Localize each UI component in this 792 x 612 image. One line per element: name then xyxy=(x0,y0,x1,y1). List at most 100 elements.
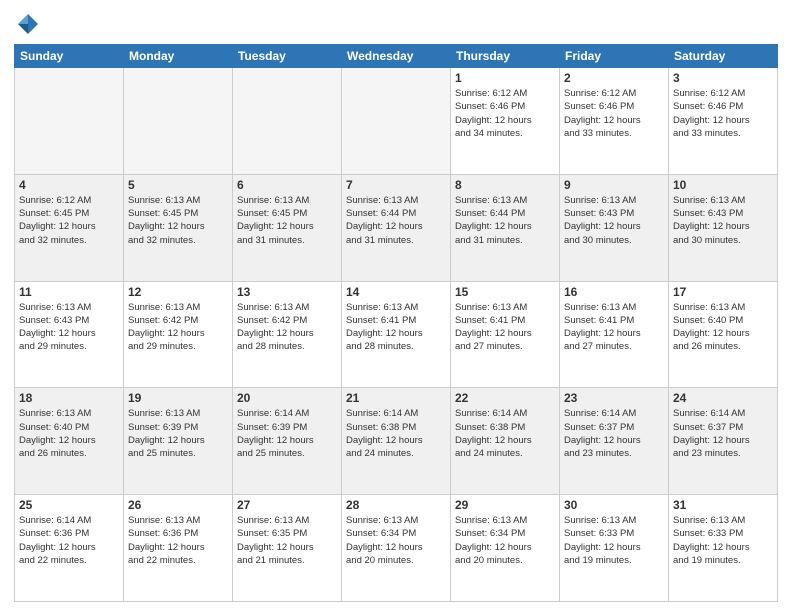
weekday-header-friday: Friday xyxy=(560,45,669,68)
day-number: 6 xyxy=(237,178,337,192)
day-cell-4: 4 Sunrise: 6:12 AM Sunset: 6:45 PM Daylig… xyxy=(15,174,124,281)
empty-cell xyxy=(342,68,451,175)
day-cell-11: 11Sunrise: 6:13 AM Sunset: 6:43 PM Dayli… xyxy=(15,281,124,388)
day-cell-15: 15 Sunrise: 6:13 AM Sunset: 6:41 PM Dayli… xyxy=(451,281,560,388)
day-info: Sunrise: 6:13 AM Sunset: 6:36 PM Dayligh… xyxy=(128,514,228,567)
week-row-2: 4 Sunrise: 6:12 AM Sunset: 6:45 PM Daylig… xyxy=(15,174,778,281)
day-cell-19: 19Sunrise: 6:13 AM Sunset: 6:39 PM Dayli… xyxy=(124,388,233,495)
day-number: 18 xyxy=(19,391,119,405)
week-row-4: 18 Sunrise: 6:13 AM Sunset: 6:40 PM Dayli… xyxy=(15,388,778,495)
day-cell-10: 10 Sunrise: 6:13 AM Sunset: 6:43 PM Dayli… xyxy=(669,174,778,281)
day-info: Sunrise: 6:13 AM Sunset: 6:35 PM Dayligh… xyxy=(237,514,337,567)
day-info: Sunrise: 6:13 AM Sunset: 6:42 PM Dayligh… xyxy=(128,301,228,354)
day-info: Sunrise: 6:13 AM Sunset: 6:44 PM Dayligh… xyxy=(455,194,555,247)
day-cell-1: 1 Sunrise: 6:12 AM Sunset: 6:46 PM Daylig… xyxy=(451,68,560,175)
day-info: Sunrise: 6:14 AM Sunset: 6:37 PM Dayligh… xyxy=(564,407,664,460)
day-number: 28 xyxy=(346,498,446,512)
logo xyxy=(14,10,46,38)
day-number: 8 xyxy=(455,178,555,192)
day-info: Sunrise: 6:13 AM Sunset: 6:43 PM Dayligh… xyxy=(564,194,664,247)
day-number: 21 xyxy=(346,391,446,405)
day-number: 22 xyxy=(455,391,555,405)
weekday-header-wednesday: Wednesday xyxy=(342,45,451,68)
day-cell-13: 13Sunrise: 6:13 AM Sunset: 6:42 PM Dayli… xyxy=(233,281,342,388)
day-info: Sunrise: 6:13 AM Sunset: 6:43 PM Dayligh… xyxy=(673,194,773,247)
weekday-header-monday: Monday xyxy=(124,45,233,68)
week-row-1: 1 Sunrise: 6:12 AM Sunset: 6:46 PM Daylig… xyxy=(15,68,778,175)
day-number: 16 xyxy=(564,285,664,299)
day-cell-25: 25 Sunrise: 6:14 AM Sunset: 6:36 PM Dayli… xyxy=(15,495,124,602)
weekday-header-row: SundayMondayTuesdayWednesdayThursdayFrid… xyxy=(15,45,778,68)
day-cell-12: 12 Sunrise: 6:13 AM Sunset: 6:42 PM Dayli… xyxy=(124,281,233,388)
day-info: Sunrise: 6:12 AM Sunset: 6:45 PM Dayligh… xyxy=(19,194,119,247)
day-info: Sunrise: 6:13 AM Sunset: 6:40 PM Dayligh… xyxy=(19,407,119,460)
day-cell-21: 21 Sunrise: 6:14 AM Sunset: 6:38 PM Dayli… xyxy=(342,388,451,495)
day-cell-20: 20Sunrise: 6:14 AM Sunset: 6:39 PM Dayli… xyxy=(233,388,342,495)
week-row-3: 11Sunrise: 6:13 AM Sunset: 6:43 PM Dayli… xyxy=(15,281,778,388)
day-cell-5: 5 Sunrise: 6:13 AM Sunset: 6:45 PM Daylig… xyxy=(124,174,233,281)
day-number: 9 xyxy=(564,178,664,192)
day-info: Sunrise: 6:13 AM Sunset: 6:41 PM Dayligh… xyxy=(455,301,555,354)
day-number: 19 xyxy=(128,391,228,405)
day-info: Sunrise: 6:13 AM Sunset: 6:44 PM Dayligh… xyxy=(346,194,446,247)
empty-cell xyxy=(15,68,124,175)
day-number: 14 xyxy=(346,285,446,299)
day-info: Sunrise: 6:13 AM Sunset: 6:41 PM Dayligh… xyxy=(564,301,664,354)
day-info: Sunrise: 6:13 AM Sunset: 6:40 PM Dayligh… xyxy=(673,301,773,354)
day-number: 23 xyxy=(564,391,664,405)
day-cell-28: 28 Sunrise: 6:13 AM Sunset: 6:34 PM Dayli… xyxy=(342,495,451,602)
day-number: 1 xyxy=(455,71,555,85)
day-number: 4 xyxy=(19,178,119,192)
weekday-header-thursday: Thursday xyxy=(451,45,560,68)
day-cell-16: 16 Sunrise: 6:13 AM Sunset: 6:41 PM Dayli… xyxy=(560,281,669,388)
page: SundayMondayTuesdayWednesdayThursdayFrid… xyxy=(0,0,792,612)
day-number: 3 xyxy=(673,71,773,85)
day-number: 29 xyxy=(455,498,555,512)
day-info: Sunrise: 6:13 AM Sunset: 6:34 PM Dayligh… xyxy=(346,514,446,567)
day-cell-17: 17Sunrise: 6:13 AM Sunset: 6:40 PM Dayli… xyxy=(669,281,778,388)
day-info: Sunrise: 6:14 AM Sunset: 6:36 PM Dayligh… xyxy=(19,514,119,567)
day-cell-27: 27 Sunrise: 6:13 AM Sunset: 6:35 PM Dayli… xyxy=(233,495,342,602)
day-number: 5 xyxy=(128,178,228,192)
day-info: Sunrise: 6:12 AM Sunset: 6:46 PM Dayligh… xyxy=(564,87,664,140)
day-number: 10 xyxy=(673,178,773,192)
day-info: Sunrise: 6:14 AM Sunset: 6:38 PM Dayligh… xyxy=(455,407,555,460)
day-number: 26 xyxy=(128,498,228,512)
day-info: Sunrise: 6:14 AM Sunset: 6:38 PM Dayligh… xyxy=(346,407,446,460)
day-info: Sunrise: 6:13 AM Sunset: 6:45 PM Dayligh… xyxy=(128,194,228,247)
day-cell-9: 9 Sunrise: 6:13 AM Sunset: 6:43 PM Daylig… xyxy=(560,174,669,281)
day-number: 25 xyxy=(19,498,119,512)
day-number: 12 xyxy=(128,285,228,299)
day-info: Sunrise: 6:12 AM Sunset: 6:46 PM Dayligh… xyxy=(673,87,773,140)
day-number: 20 xyxy=(237,391,337,405)
day-number: 7 xyxy=(346,178,446,192)
empty-cell xyxy=(124,68,233,175)
day-info: Sunrise: 6:14 AM Sunset: 6:37 PM Dayligh… xyxy=(673,407,773,460)
day-cell-30: 30 Sunrise: 6:13 AM Sunset: 6:33 PM Dayli… xyxy=(560,495,669,602)
header xyxy=(14,10,778,38)
day-number: 15 xyxy=(455,285,555,299)
day-info: Sunrise: 6:12 AM Sunset: 6:46 PM Dayligh… xyxy=(455,87,555,140)
day-cell-2: 2Sunrise: 6:12 AM Sunset: 6:46 PM Daylig… xyxy=(560,68,669,175)
day-cell-3: 3 Sunrise: 6:12 AM Sunset: 6:46 PM Daylig… xyxy=(669,68,778,175)
day-cell-14: 14 Sunrise: 6:13 AM Sunset: 6:41 PM Dayli… xyxy=(342,281,451,388)
day-info: Sunrise: 6:13 AM Sunset: 6:34 PM Dayligh… xyxy=(455,514,555,567)
day-cell-26: 26 Sunrise: 6:13 AM Sunset: 6:36 PM Dayli… xyxy=(124,495,233,602)
day-info: Sunrise: 6:13 AM Sunset: 6:41 PM Dayligh… xyxy=(346,301,446,354)
day-number: 31 xyxy=(673,498,773,512)
day-number: 11 xyxy=(19,285,119,299)
weekday-header-tuesday: Tuesday xyxy=(233,45,342,68)
day-info: Sunrise: 6:13 AM Sunset: 6:33 PM Dayligh… xyxy=(673,514,773,567)
day-cell-6: 6 Sunrise: 6:13 AM Sunset: 6:45 PM Daylig… xyxy=(233,174,342,281)
weekday-header-saturday: Saturday xyxy=(669,45,778,68)
day-number: 13 xyxy=(237,285,337,299)
day-number: 30 xyxy=(564,498,664,512)
day-info: Sunrise: 6:13 AM Sunset: 6:33 PM Dayligh… xyxy=(564,514,664,567)
day-number: 27 xyxy=(237,498,337,512)
day-info: Sunrise: 6:13 AM Sunset: 6:45 PM Dayligh… xyxy=(237,194,337,247)
day-cell-29: 29 Sunrise: 6:13 AM Sunset: 6:34 PM Dayli… xyxy=(451,495,560,602)
day-cell-22: 22 Sunrise: 6:14 AM Sunset: 6:38 PM Dayli… xyxy=(451,388,560,495)
day-cell-24: 24Sunrise: 6:14 AM Sunset: 6:37 PM Dayli… xyxy=(669,388,778,495)
empty-cell xyxy=(233,68,342,175)
calendar-table: SundayMondayTuesdayWednesdayThursdayFrid… xyxy=(14,44,778,602)
